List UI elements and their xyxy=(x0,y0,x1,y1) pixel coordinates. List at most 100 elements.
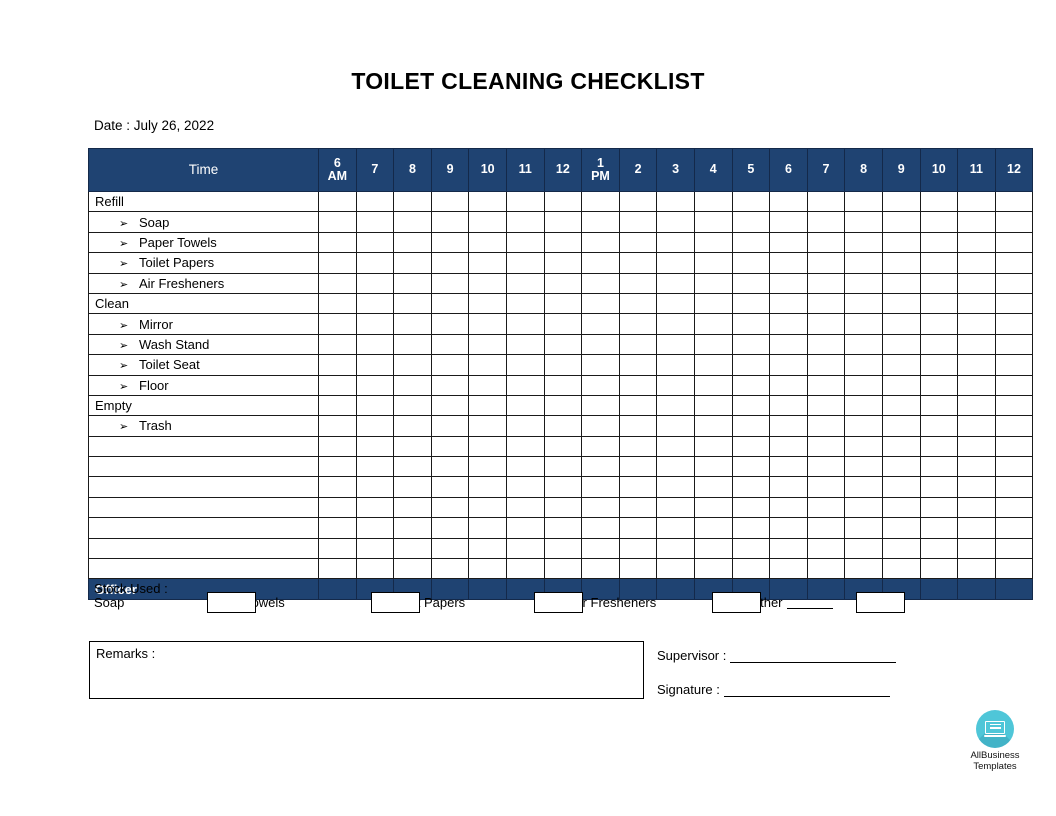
check-cell[interactable] xyxy=(355,496,395,519)
check-cell[interactable] xyxy=(543,292,583,315)
check-cell[interactable] xyxy=(994,374,1034,396)
check-cell[interactable] xyxy=(731,354,771,376)
check-cell[interactable] xyxy=(806,333,846,356)
check-cell[interactable] xyxy=(769,190,808,213)
check-cell[interactable] xyxy=(919,435,959,458)
check-cell[interactable] xyxy=(957,394,996,417)
check-cell[interactable] xyxy=(806,313,846,335)
check-cell[interactable] xyxy=(318,272,357,294)
check-cell[interactable] xyxy=(430,517,470,539)
check-cell[interactable] xyxy=(919,211,959,233)
check-cell[interactable] xyxy=(806,394,846,417)
check-cell[interactable] xyxy=(806,211,846,233)
check-cell[interactable] xyxy=(656,415,695,437)
check-cell[interactable] xyxy=(881,537,921,560)
check-cell[interactable] xyxy=(543,394,583,417)
check-cell[interactable] xyxy=(543,252,583,274)
check-cell[interactable] xyxy=(693,313,733,335)
check-cell[interactable] xyxy=(957,354,996,376)
check-cell[interactable] xyxy=(693,435,733,458)
check-cell[interactable] xyxy=(318,456,357,478)
check-cell[interactable] xyxy=(693,415,733,437)
check-cell[interactable] xyxy=(731,496,771,519)
check-cell[interactable] xyxy=(618,190,658,213)
check-cell[interactable] xyxy=(430,476,470,498)
check-cell[interactable] xyxy=(430,190,470,213)
check-cell[interactable] xyxy=(505,496,545,519)
check-cell[interactable] xyxy=(430,313,470,335)
check-cell[interactable] xyxy=(806,456,846,478)
check-cell[interactable] xyxy=(881,354,921,376)
check-cell[interactable] xyxy=(430,231,470,254)
check-cell[interactable] xyxy=(806,537,846,560)
check-cell[interactable] xyxy=(543,496,583,519)
check-cell[interactable] xyxy=(957,190,996,213)
check-cell[interactable] xyxy=(957,252,996,274)
check-cell[interactable] xyxy=(618,354,658,376)
check-cell[interactable] xyxy=(505,374,545,396)
check-cell[interactable] xyxy=(656,272,695,294)
check-cell[interactable] xyxy=(430,333,470,356)
check-cell[interactable] xyxy=(731,394,771,417)
stock-qty-box-3[interactable] xyxy=(712,592,761,613)
check-cell[interactable] xyxy=(581,272,620,294)
check-cell[interactable] xyxy=(881,333,921,356)
check-cell[interactable] xyxy=(656,231,695,254)
check-cell[interactable] xyxy=(543,272,583,294)
check-cell[interactable] xyxy=(806,374,846,396)
check-cell[interactable] xyxy=(543,190,583,213)
check-cell[interactable] xyxy=(318,476,357,498)
check-cell[interactable] xyxy=(844,435,883,458)
check-cell[interactable] xyxy=(844,476,883,498)
check-cell[interactable] xyxy=(430,394,470,417)
check-cell[interactable] xyxy=(543,537,583,560)
check-cell[interactable] xyxy=(731,435,771,458)
check-cell[interactable] xyxy=(581,394,620,417)
check-cell[interactable] xyxy=(618,394,658,417)
check-cell[interactable] xyxy=(806,231,846,254)
check-cell[interactable] xyxy=(844,374,883,396)
check-cell[interactable] xyxy=(656,354,695,376)
check-cell[interactable] xyxy=(393,476,432,498)
check-cell[interactable] xyxy=(543,517,583,539)
check-cell[interactable] xyxy=(393,211,432,233)
check-cell[interactable] xyxy=(468,537,507,560)
check-cell[interactable] xyxy=(318,374,357,396)
check-cell[interactable] xyxy=(731,537,771,560)
check-cell[interactable] xyxy=(769,313,808,335)
check-cell[interactable] xyxy=(355,354,395,376)
check-cell[interactable] xyxy=(581,252,620,274)
check-cell[interactable] xyxy=(656,496,695,519)
check-cell[interactable] xyxy=(618,333,658,356)
check-cell[interactable] xyxy=(844,456,883,478)
check-cell[interactable] xyxy=(393,354,432,376)
check-cell[interactable] xyxy=(881,272,921,294)
check-cell[interactable] xyxy=(468,231,507,254)
check-cell[interactable] xyxy=(355,394,395,417)
check-cell[interactable] xyxy=(581,190,620,213)
check-cell[interactable] xyxy=(430,435,470,458)
check-cell[interactable] xyxy=(731,558,771,580)
check-cell[interactable] xyxy=(769,456,808,478)
check-cell[interactable] xyxy=(693,190,733,213)
check-cell[interactable] xyxy=(318,517,357,539)
check-cell[interactable] xyxy=(881,517,921,539)
check-cell[interactable] xyxy=(355,537,395,560)
check-cell[interactable] xyxy=(693,476,733,498)
check-cell[interactable] xyxy=(618,415,658,437)
check-cell[interactable] xyxy=(393,394,432,417)
check-cell[interactable] xyxy=(731,211,771,233)
check-cell[interactable] xyxy=(844,231,883,254)
check-cell[interactable] xyxy=(468,394,507,417)
check-cell[interactable] xyxy=(731,517,771,539)
check-cell[interactable] xyxy=(881,190,921,213)
check-cell[interactable] xyxy=(693,456,733,478)
check-cell[interactable] xyxy=(468,435,507,458)
check-cell[interactable] xyxy=(505,252,545,274)
check-cell[interactable] xyxy=(318,558,357,580)
check-cell[interactable] xyxy=(505,272,545,294)
check-cell[interactable] xyxy=(355,292,395,315)
check-cell[interactable] xyxy=(618,435,658,458)
check-cell[interactable] xyxy=(618,292,658,315)
check-cell[interactable] xyxy=(881,231,921,254)
